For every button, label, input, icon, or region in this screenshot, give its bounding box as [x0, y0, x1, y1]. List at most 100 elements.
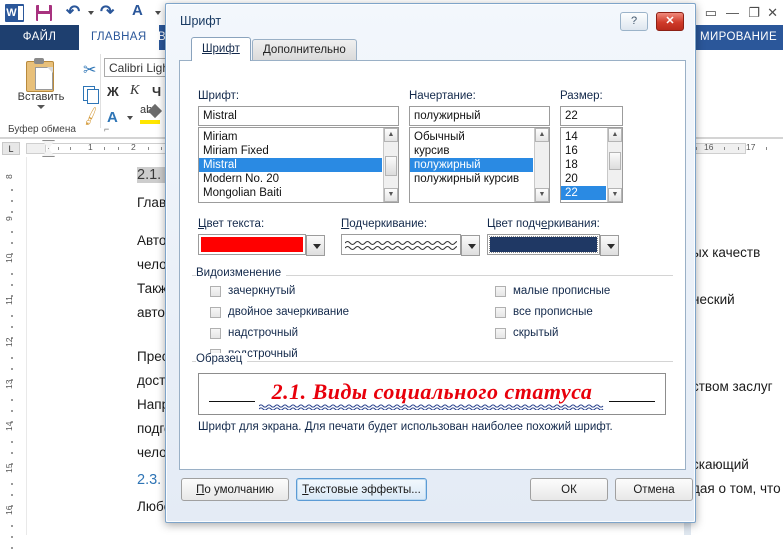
checkbox-icon[interactable]	[210, 307, 221, 318]
copy-icon[interactable]	[83, 86, 99, 104]
ribbon-options-icon[interactable]: ▭	[705, 5, 717, 21]
text-color-a-icon[interactable]: A	[107, 109, 118, 126]
document-line-right[interactable]: ых качеств	[692, 245, 760, 260]
tab-review-partial[interactable]: МИРОВАНИЕ	[688, 25, 783, 50]
checkbox-icon[interactable]	[495, 307, 506, 318]
underline-style-label-rest: одчеркивание:	[349, 218, 428, 230]
style-list-item[interactable]: полужирный	[410, 158, 533, 172]
tab-advanced-label: Дополнительно	[263, 44, 346, 56]
font-list-item[interactable]: Mongolian Baiti	[199, 186, 382, 200]
cut-icon[interactable]: ✂	[83, 60, 96, 80]
text-color-combo[interactable]	[198, 234, 325, 256]
font-preview-box: 2.1. Виды социального статуса	[198, 373, 666, 415]
font-list-item[interactable]: Mistral	[199, 158, 382, 172]
close-window-icon[interactable]: ✕	[767, 5, 778, 21]
document-line-right[interactable]: скающий	[692, 457, 749, 472]
size-list-scrollbar[interactable]: ▲ ▼	[607, 128, 622, 202]
size-list[interactable]: 14 16 18 20 22 ▲ ▼	[560, 127, 623, 203]
paste-button[interactable]: Вставить	[12, 56, 70, 118]
format-painter-icon[interactable]: 🖌	[80, 105, 103, 127]
vruler-dot	[11, 211, 13, 213]
text-color-dropdown-icon[interactable]	[306, 235, 325, 256]
format-style-icon[interactable]: A	[132, 2, 143, 19]
dialog-title: Шрифт	[180, 14, 222, 28]
document-line-right[interactable]: ством заслуг	[692, 379, 773, 394]
checkbox-icon[interactable]	[210, 286, 221, 297]
font-label: Шрифт:	[198, 90, 240, 102]
vruler-tick: 14	[4, 421, 14, 431]
minimize-icon[interactable]: —	[726, 5, 739, 20]
font-tab-panel: Шрифт: Mistral Miriam Miriam Fixed Mistral…	[179, 60, 686, 470]
document-line-right[interactable]: дая о том, что	[692, 481, 781, 496]
underline-color-label-b: ркивания:	[547, 218, 600, 230]
highlight-icon[interactable]: ab	[140, 103, 163, 124]
effect-right-checkbox-label: скрытый	[513, 327, 559, 339]
size-list-item[interactable]: 20	[561, 172, 606, 186]
font-scroll-down-icon[interactable]: ▼	[384, 188, 398, 202]
style-list-item[interactable]: полужирный курсив	[410, 172, 533, 186]
size-list-item[interactable]: 22	[561, 186, 606, 200]
close-dialog-icon[interactable]: ✕	[656, 12, 684, 31]
size-list-item[interactable]: 14	[561, 130, 606, 144]
ruler-tick-1: 1	[88, 142, 93, 152]
undo-dropdown-icon[interactable]	[88, 11, 94, 15]
vruler-dot	[11, 525, 13, 527]
italic-button[interactable]: К	[130, 83, 139, 99]
effect-right-checkbox-label: все прописные	[513, 306, 593, 318]
bold-button[interactable]: Ж	[107, 84, 119, 99]
tab-font[interactable]: Шрифт	[191, 37, 251, 61]
size-list-item[interactable]: 16	[561, 144, 606, 158]
size-list-item[interactable]: 18	[561, 158, 606, 172]
style-list[interactable]: Обычный курсив полужирный полужирный курсив…	[409, 127, 550, 203]
style-list-scrollbar[interactable]: ▲ ▼	[534, 128, 549, 202]
paste-dropdown-icon[interactable]	[37, 105, 45, 109]
checkbox-icon[interactable]	[495, 286, 506, 297]
font-list[interactable]: Miriam Miriam Fixed Mistral Modern No. 20 Mo…	[198, 127, 399, 203]
preview-sample-text: 2.1. Виды социального статуса	[271, 379, 593, 404]
style-list-item[interactable]: курсив	[410, 144, 533, 158]
style-list-item[interactable]: Обычный	[410, 130, 533, 144]
size-scroll-down-icon[interactable]: ▼	[608, 188, 622, 202]
font-scroll-thumb[interactable]	[385, 156, 397, 176]
style-scroll-up-icon[interactable]: ▲	[535, 128, 549, 142]
redo-icon[interactable]: ↷	[100, 2, 114, 22]
document-line-right[interactable]: неский	[692, 292, 735, 307]
font-name-input[interactable]: Mistral	[198, 106, 399, 126]
underline-button[interactable]: Ч	[152, 84, 161, 99]
tab-file[interactable]: ФАЙЛ	[0, 25, 79, 50]
underline-color-combo[interactable]	[487, 234, 619, 256]
underline-style-combo[interactable]	[341, 234, 480, 256]
save-icon[interactable]	[36, 5, 52, 21]
underline-style-dropdown-icon[interactable]	[461, 235, 480, 256]
undo-icon[interactable]: ↶	[66, 2, 80, 22]
size-scroll-thumb[interactable]	[609, 152, 621, 170]
checkbox-icon[interactable]	[210, 328, 221, 339]
tab-advanced[interactable]: Дополнительно	[252, 39, 357, 61]
text-color-dropdown-icon[interactable]	[127, 116, 133, 120]
vruler-dot	[11, 441, 13, 443]
size-scroll-up-icon[interactable]: ▲	[608, 128, 622, 142]
underline-color-dropdown-icon[interactable]	[600, 235, 619, 256]
style-input[interactable]: полужирный	[409, 106, 550, 126]
cancel-button[interactable]: Отмена	[615, 478, 693, 501]
ruler-tick-16: 16	[704, 142, 714, 152]
set-default-button[interactable]: По умолчанию	[181, 478, 289, 501]
text-effects-button[interactable]: Текстовые эффекты...	[296, 478, 427, 501]
font-list-scrollbar[interactable]: ▲ ▼	[383, 128, 398, 202]
checkbox-icon[interactable]	[495, 328, 506, 339]
help-icon[interactable]: ?	[620, 12, 648, 31]
vruler-dot	[11, 200, 13, 202]
style-scroll-down-icon[interactable]: ▼	[535, 188, 549, 202]
font-list-item[interactable]: Modern No. 20	[199, 172, 382, 186]
tab-stop-selector[interactable]: L	[2, 142, 20, 155]
font-list-item[interactable]: Miriam Fixed	[199, 144, 382, 158]
restore-icon[interactable]: ❐	[748, 5, 760, 21]
font-list-item[interactable]: Miriam	[199, 130, 382, 144]
size-input[interactable]: 22	[560, 106, 623, 126]
font-scroll-up-icon[interactable]: ▲	[384, 128, 398, 142]
paste-label: Вставить	[17, 91, 65, 103]
qat-more-dropdown-icon[interactable]	[155, 11, 161, 15]
vruler-dot	[11, 326, 13, 328]
set-default-label: о умолчанию	[204, 484, 274, 496]
ok-button[interactable]: ОК	[530, 478, 608, 501]
